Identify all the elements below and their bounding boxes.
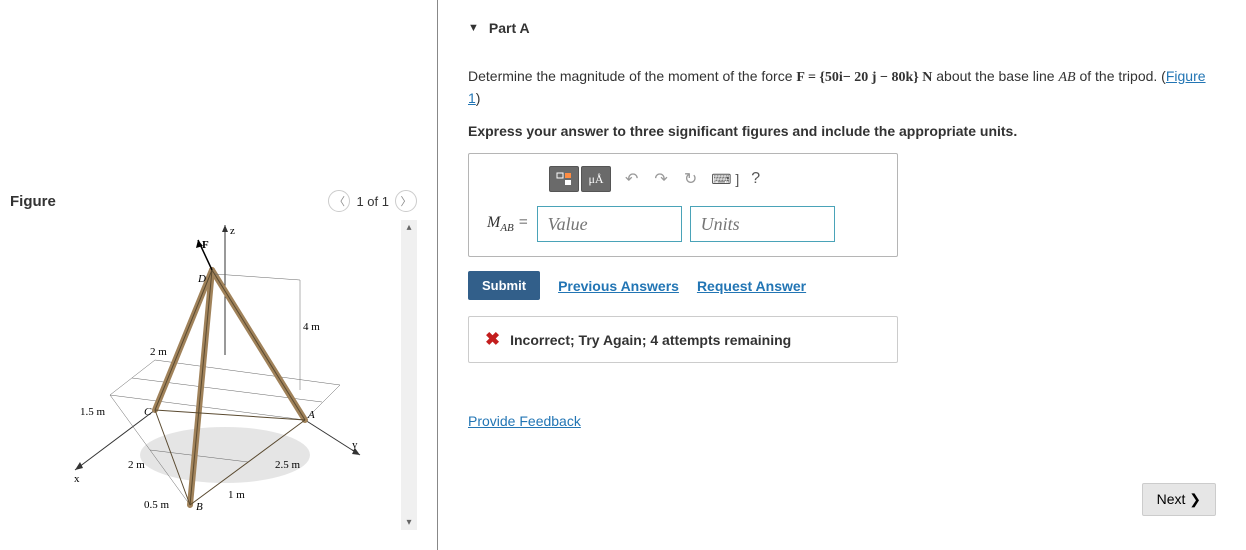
line-ab: AB xyxy=(1058,70,1075,85)
dim-25m: 2.5 m xyxy=(275,459,301,471)
problem-prefix: Determine the magnitude of the moment of… xyxy=(468,68,796,84)
part-title: Part A xyxy=(489,20,530,36)
axis-y-label: y xyxy=(352,439,358,451)
scroll-up-icon[interactable]: ▴ xyxy=(406,220,411,235)
part-header[interactable]: ▼ Part A xyxy=(468,20,1216,36)
provide-feedback-link[interactable]: Provide Feedback xyxy=(468,413,1216,429)
answer-box: μÅ ↶ ↷ ↻ ⌨ ] ? MAB = xyxy=(468,153,898,257)
instruction-text: Express your answer to three significant… xyxy=(468,123,1216,139)
point-b-label: B xyxy=(196,501,203,513)
scroll-down-icon[interactable]: ▾ xyxy=(406,515,411,530)
figure-title: Figure xyxy=(10,193,56,210)
axis-x-label: x xyxy=(74,473,80,485)
units-button[interactable]: μÅ xyxy=(581,166,611,192)
axis-z-label: z xyxy=(230,225,235,237)
point-a-label: A xyxy=(307,409,315,421)
point-d-label: D xyxy=(197,273,206,285)
figure-scrollbar[interactable]: ▴ ▾ xyxy=(401,220,417,530)
figure-panel: Figure 〈 1 of 1 〉 xyxy=(0,0,438,550)
reset-button[interactable]: ↻ xyxy=(682,169,699,189)
dim-15m: 1.5 m xyxy=(80,406,106,418)
request-answer-link[interactable]: Request Answer xyxy=(697,278,806,294)
help-button[interactable]: ? xyxy=(751,170,760,188)
problem-text: Determine the magnitude of the moment of… xyxy=(468,66,1216,109)
answer-toolbar: μÅ ↶ ↷ ↻ ⌨ ] ? xyxy=(549,166,879,192)
dim-4m: 4 m xyxy=(303,321,320,333)
force-label: F xyxy=(202,239,209,251)
pager-text: 1 of 1 xyxy=(356,194,389,209)
problem-end: ) xyxy=(476,90,481,106)
figure-box: z x y F D C A B 4 m 2 m 1.5 m 2 m 2.5 m … xyxy=(10,220,417,530)
undo-button[interactable]: ↶ xyxy=(623,169,640,189)
pager-prev-button[interactable]: 〈 xyxy=(328,190,350,212)
answer-label: MAB = xyxy=(487,214,529,234)
dim-2m-top: 2 m xyxy=(150,346,167,358)
keyboard-button[interactable]: ⌨ ] xyxy=(711,171,739,188)
force-expression: F = {50i− 20 j − 80k} N xyxy=(796,70,932,85)
feedback-message: Incorrect; Try Again; 4 attempts remaini… xyxy=(510,332,791,348)
tripod-figure: z x y F D C A B 4 m 2 m 1.5 m 2 m 2.5 m … xyxy=(50,220,400,530)
dim-2m-bot: 2 m xyxy=(128,459,145,471)
submit-button[interactable]: Submit xyxy=(468,271,540,300)
templates-button[interactable] xyxy=(549,166,579,192)
feedback-box: ✖ Incorrect; Try Again; 4 attempts remai… xyxy=(468,316,898,363)
submit-row: Submit Previous Answers Request Answer xyxy=(468,271,1216,300)
incorrect-icon: ✖ xyxy=(485,329,500,350)
question-panel: ▼ Part A Determine the magnitude of the … xyxy=(438,0,1246,550)
units-input[interactable] xyxy=(690,206,835,242)
previous-answers-link[interactable]: Previous Answers xyxy=(558,278,679,294)
dim-05m: 0.5 m xyxy=(144,499,170,511)
pager-next-button[interactable]: 〉 xyxy=(395,190,417,212)
next-button[interactable]: Next ❯ xyxy=(1142,483,1216,516)
point-c-label: C xyxy=(144,406,152,418)
redo-button[interactable]: ↷ xyxy=(652,169,669,189)
dim-1m: 1 m xyxy=(228,489,245,501)
problem-suffix: of the tripod. ( xyxy=(1076,68,1166,84)
value-input[interactable] xyxy=(537,206,682,242)
collapse-icon: ▼ xyxy=(468,22,479,34)
figure-pager: 〈 1 of 1 〉 xyxy=(328,190,417,212)
problem-mid: about the base line xyxy=(932,68,1058,84)
